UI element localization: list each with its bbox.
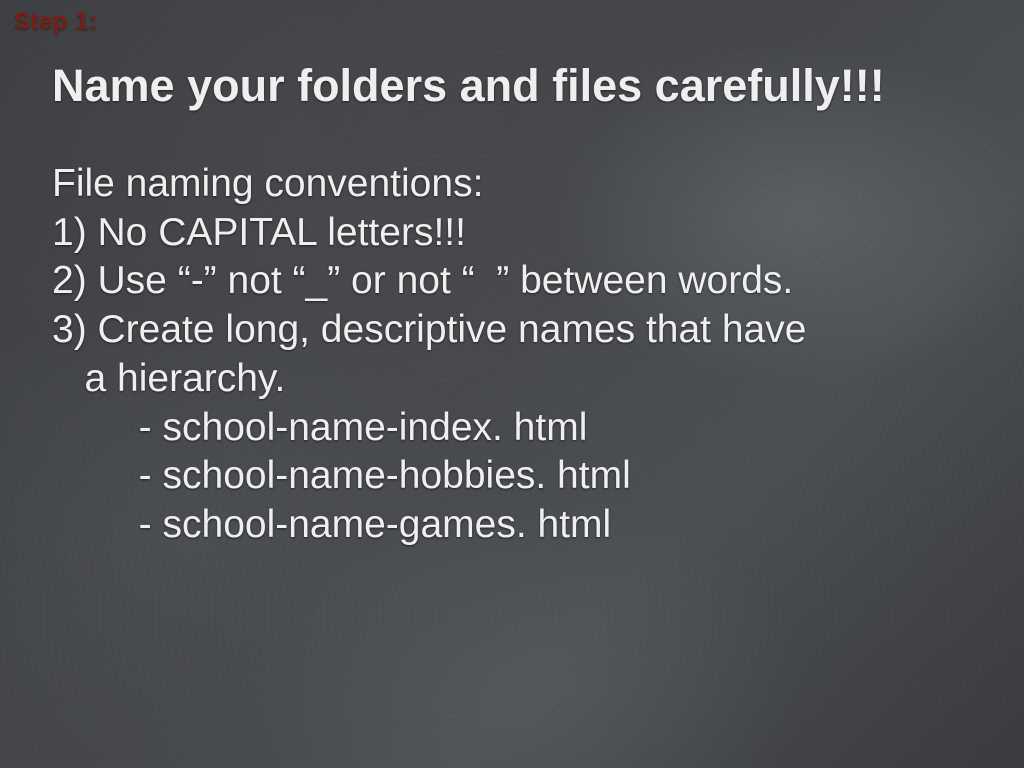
rule-1: 1) No CAPITAL letters!!! xyxy=(52,209,885,258)
slide-content: Name your folders and files carefully!!!… xyxy=(52,60,885,550)
example-2: - school-name-hobbies. html xyxy=(52,452,885,501)
rule-2: 2) Use “-” not “_” or not “ ” between wo… xyxy=(52,257,885,306)
step-label: Step 1: xyxy=(14,8,98,36)
chalkboard-slide: Step 1: Name your folders and files care… xyxy=(0,0,1024,768)
example-3: - school-name-games. html xyxy=(52,501,885,550)
slide-body: File naming conventions: 1) No CAPITAL l… xyxy=(52,160,885,550)
example-1: - school-name-index. html xyxy=(52,404,885,453)
slide-title: Name your folders and files carefully!!! xyxy=(52,60,885,112)
conventions-subtitle: File naming conventions: xyxy=(52,160,885,209)
rule-3-line-1: 3) Create long, descriptive names that h… xyxy=(52,306,885,355)
rule-3-line-2: a hierarchy. xyxy=(52,355,885,404)
